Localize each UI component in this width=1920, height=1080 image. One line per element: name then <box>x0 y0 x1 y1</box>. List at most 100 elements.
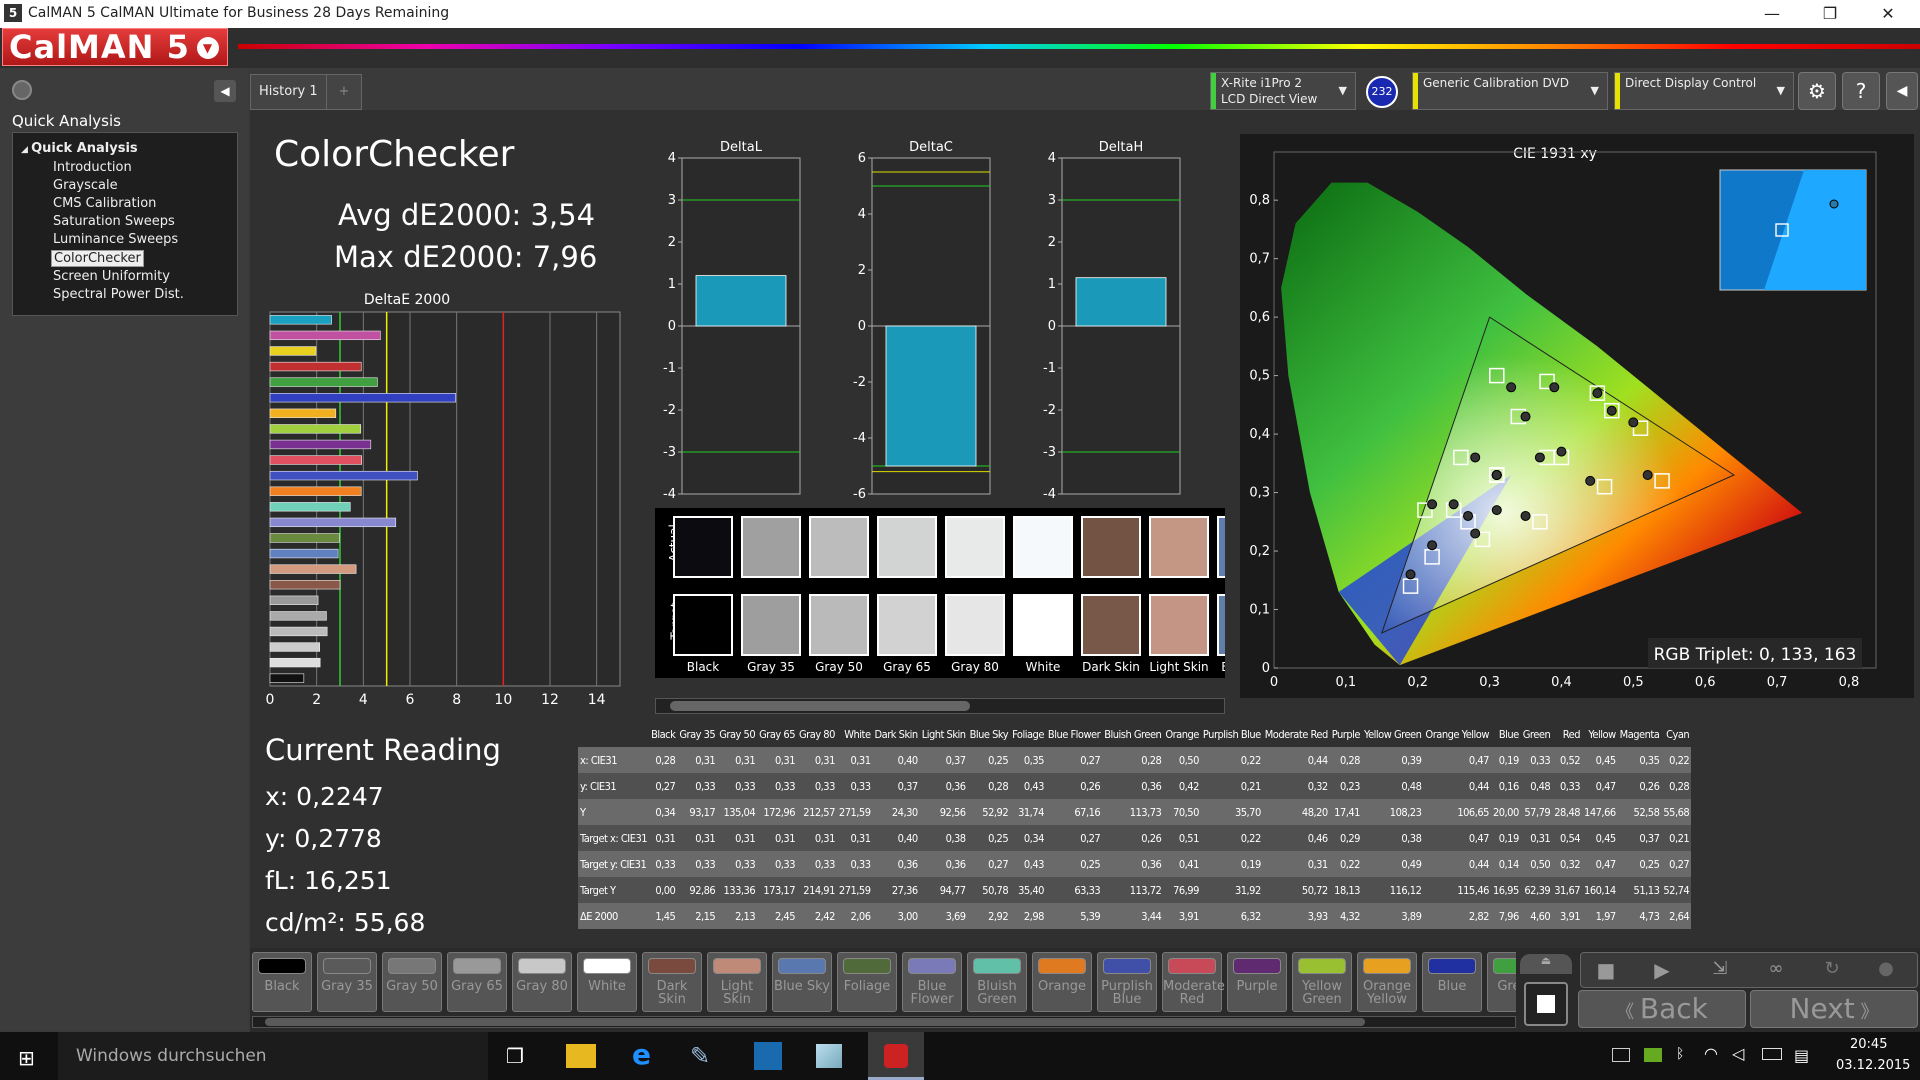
cie-actual-point <box>1642 470 1653 481</box>
stop-icon[interactable]: ■ <box>1592 958 1620 984</box>
patch-button[interactable]: Bluish Green <box>967 952 1027 1012</box>
record-icon[interactable]: ● <box>1872 958 1900 984</box>
next-button[interactable]: Next 》 <box>1750 990 1918 1028</box>
cie-actual-point <box>1427 499 1438 510</box>
refresh-icon[interactable]: ↻ <box>1818 958 1846 984</box>
swatch-label: Gray 65 <box>883 660 931 674</box>
patch-scrollbar[interactable] <box>252 1016 1516 1028</box>
patch-button[interactable]: White <box>577 952 637 1012</box>
eject-icon[interactable]: ⏏ <box>1520 954 1572 974</box>
patch-button[interactable]: Foliage <box>837 952 897 1012</box>
table-cell: 0,31 <box>774 831 796 845</box>
tree-item-luminance-sweeps[interactable]: Luminance Sweeps <box>53 232 178 247</box>
maximize-button[interactable]: ❐ <box>1802 0 1858 28</box>
tree-item-cms-calibration[interactable]: CMS Calibration <box>53 196 156 211</box>
calman-logo-button[interactable]: CalMAN 5 ▼ <box>2 28 228 66</box>
table-cell: 0,48 <box>1401 779 1422 793</box>
table-cell: 67,16 <box>1074 805 1101 819</box>
loop-icon[interactable]: ∞ <box>1762 958 1790 984</box>
calman-taskbar-icon[interactable] <box>868 1032 924 1080</box>
table-cell: 0,54 <box>1560 831 1581 845</box>
deltae-bar <box>269 517 397 528</box>
delta-tick-label: 3 <box>1048 193 1056 208</box>
deltae-bar <box>269 673 305 683</box>
paint-icon[interactable]: ✎ <box>690 1042 710 1070</box>
patch-swatch <box>388 958 436 974</box>
wifi-icon[interactable]: ◠ <box>1704 1044 1718 1063</box>
minimize-button[interactable]: — <box>1744 0 1800 28</box>
table-row: Target x: CIE31 0,31 0,31 0,31 0,31 0,31 0,31 0… <box>578 825 1692 851</box>
patch-button[interactable]: Green <box>1487 952 1516 1012</box>
patch-button[interactable]: Blue Sky <box>772 952 832 1012</box>
tree-item-spectral-power[interactable]: Spectral Power Dist. <box>53 287 184 302</box>
collapse-icon[interactable]: ◀ <box>1886 72 1918 110</box>
edge-icon[interactable]: e <box>632 1038 651 1071</box>
cie-x-tick-label: 0,2 <box>1407 675 1428 690</box>
display-device-selector[interactable]: Direct Display Control ▼ <box>1614 72 1794 110</box>
patch-button[interactable]: Purple <box>1227 952 1287 1012</box>
close-button[interactable]: ✕ <box>1860 0 1916 28</box>
chevron-down-icon: ▼ <box>197 37 219 59</box>
tree-expand-icon[interactable]: ◢ <box>21 145 31 155</box>
patch-button[interactable]: Moderate Red <box>1162 952 1225 1012</box>
app-icon-generic[interactable] <box>816 1044 842 1068</box>
table-cell: 0,32 <box>1560 857 1581 871</box>
stop-record-button[interactable] <box>1524 982 1568 1026</box>
scrollbar-thumb[interactable] <box>670 701 970 711</box>
table-cell: 0,38 <box>945 831 967 845</box>
deltac-chart: DeltaC 6 4 2 0 -2 -4 -6 <box>853 140 991 502</box>
delta-tick-label: 4 <box>668 151 676 166</box>
patch-button[interactable]: Gray 65 <box>447 952 507 1012</box>
sidebar-collapse-icon[interactable]: ◀ <box>214 80 236 102</box>
nvidia-icon[interactable] <box>1644 1048 1662 1062</box>
volume-icon[interactable]: ◁ <box>1732 1044 1744 1063</box>
patch-button[interactable]: Gray 80 <box>512 952 572 1012</box>
table-cell: 0,34 <box>655 805 676 819</box>
swatch-label: Blue Sky <box>1211 660 1225 674</box>
patch-button[interactable]: Black <box>252 952 312 1012</box>
table-cell: 135,04 <box>723 805 756 819</box>
tree-item-screen-uniformity[interactable]: Screen Uniformity <box>53 269 170 284</box>
swatch-scrollbar[interactable] <box>655 698 1225 714</box>
calculator-icon[interactable] <box>754 1042 782 1070</box>
windows-start-icon[interactable]: ⊞ <box>18 1046 35 1070</box>
tree-item-grayscale[interactable]: Grayscale <box>53 178 118 193</box>
meter-badge[interactable]: 232 <box>1366 76 1398 108</box>
play-icon[interactable]: ▶ <box>1648 958 1676 984</box>
taskbar-search-box[interactable]: Windows durchsuchen <box>58 1032 488 1080</box>
patch-button[interactable]: Gray 50 <box>382 952 442 1012</box>
tree-root[interactable]: ◢ Quick Analysis <box>21 141 138 156</box>
patch-button[interactable]: Yellow Green <box>1292 952 1352 1012</box>
tree-item-saturation-sweeps[interactable]: Saturation Sweeps <box>53 214 175 229</box>
tab-add-button[interactable]: + <box>326 74 362 110</box>
notification-icon[interactable]: ▤ <box>1794 1046 1809 1065</box>
patch-button[interactable]: Blue <box>1422 952 1482 1012</box>
patch-swatch <box>1038 958 1086 974</box>
tree-item-colorchecker[interactable]: ColorChecker <box>51 250 144 267</box>
gear-icon[interactable]: ⚙ <box>1798 72 1836 110</box>
tab-history-1[interactable]: History 1 <box>250 74 327 110</box>
table-cell: 0,33 <box>774 779 796 793</box>
patch-button[interactable]: Dark Skin <box>642 952 702 1012</box>
file-explorer-icon[interactable] <box>566 1044 596 1068</box>
task-view-icon[interactable]: ❐ <box>506 1044 524 1068</box>
sidebar-pin-icon[interactable] <box>12 80 32 100</box>
scrollbar-thumb[interactable] <box>265 1018 1365 1026</box>
back-button[interactable]: 《 Back <box>1578 990 1746 1028</box>
battery-icon[interactable] <box>1762 1048 1782 1060</box>
help-icon[interactable]: ? <box>1842 72 1880 110</box>
patch-button[interactable]: Orange Yellow <box>1357 952 1417 1012</box>
step-icon[interactable]: ⇲ <box>1706 958 1734 984</box>
patch-button[interactable]: Purplish Blue <box>1097 952 1157 1012</box>
source-device-selector[interactable]: Generic Calibration DVD ▼ <box>1412 72 1608 110</box>
patch-button[interactable]: Blue Flower <box>902 952 962 1012</box>
patch-button[interactable]: Light Skin <box>707 952 767 1012</box>
meter-device-selector[interactable]: X-Rite i1Pro 2 LCD Direct View ▼ <box>1210 72 1356 110</box>
patch-button[interactable]: Gray 35 <box>317 952 377 1012</box>
bluetooth-icon[interactable]: ᛒ <box>1676 1046 1684 1062</box>
patch-button[interactable]: Orange <box>1032 952 1092 1012</box>
table-cell: 48,20 <box>1301 805 1328 819</box>
table-cell: 3,91 <box>1178 909 1200 923</box>
tray-icon-1[interactable] <box>1612 1048 1630 1062</box>
tree-item-introduction[interactable]: Introduction <box>53 160 132 175</box>
